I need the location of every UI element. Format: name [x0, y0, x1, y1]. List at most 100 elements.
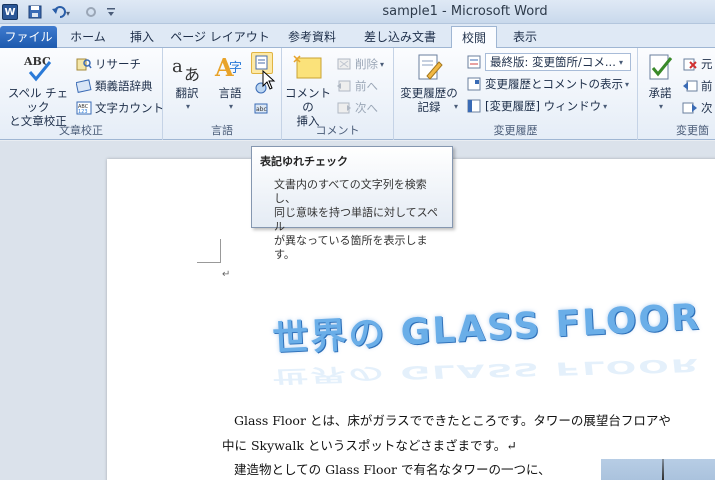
display-for-review-select[interactable]: 最終版: 変更箇所/コメ... — [485, 53, 631, 71]
previous-change-button[interactable]: 前 — [682, 76, 713, 96]
body-text-line-1[interactable]: Glass Floor とは、床がガラスでできたところです。タワーの展望台フロア… — [234, 410, 671, 429]
delete-comment-icon — [336, 56, 352, 72]
group-language: aあ 翻訳 ▾ A字 言語 ▾ abc 言語 — [163, 48, 282, 140]
tooltip-notation-check: 表記ゆれチェック 文書内のすべての文字列を検索し、 同じ意味を持つ単語に対してス… — [251, 146, 453, 261]
ribbon: ABC スペル チェック と文章校正 リサーチ 類義語辞典 ABC 123 文字カ… — [0, 48, 715, 140]
next-comment-label: 次へ — [355, 101, 378, 115]
track-changes-label-2: 記録 — [417, 100, 441, 114]
character-conversion-button[interactable]: abc — [253, 98, 272, 118]
accept-icon — [644, 52, 676, 84]
thesaurus-icon — [76, 78, 92, 94]
language-button[interactable]: A字 言語 ▾ — [211, 52, 249, 114]
translate-button[interactable]: aあ 翻訳 ▾ — [169, 52, 205, 114]
tooltip-body-line-3: が異なっている箇所を表示します。 — [274, 234, 428, 261]
reviewing-pane-icon — [466, 98, 482, 114]
tab-page-layout[interactable]: ページ レイアウト — [170, 26, 270, 48]
tooltip-body: 文書内のすべての文字列を検索し、 同じ意味を持つ単語に対してスペル が異なってい… — [260, 178, 444, 262]
next-change-label: 次 — [701, 101, 713, 115]
group-proofing-label: 文章校正 — [59, 124, 103, 137]
accept-button[interactable]: 承諾 ▾ — [640, 52, 680, 114]
svg-text:あ: あ — [184, 65, 200, 84]
next-change-icon — [682, 100, 698, 116]
reject-button[interactable]: 元 — [682, 54, 713, 74]
language-icon: A字 — [214, 52, 246, 84]
svg-text:123: 123 — [78, 109, 88, 115]
wordart-title[interactable]: 世界の GLASS FLOOR — [271, 288, 702, 362]
delete-comment-button[interactable]: 削除 ▾ — [336, 54, 384, 74]
tooltip-body-line-2: 同じ意味を持つ単語に対してスペル — [274, 206, 438, 233]
research-icon — [76, 56, 92, 72]
research-label: リサーチ — [95, 57, 141, 71]
tab-file[interactable]: ファイル — [0, 26, 57, 48]
spell-check-icon: ABC — [22, 52, 54, 84]
delete-comment-label: 削除 — [355, 57, 378, 71]
next-comment-icon — [336, 100, 352, 116]
translate-dropdown-icon: ▾ — [185, 102, 190, 111]
wordart-reflection: 世界の GLASS FLOOR — [271, 354, 702, 387]
tab-review[interactable]: 校閲 — [451, 26, 497, 49]
group-changes: 承諾 ▾ 元 前 次 変更箇 — [638, 48, 715, 140]
track-changes-icon — [413, 52, 445, 84]
translate-icon: aあ — [171, 52, 203, 84]
body-text-line-2[interactable]: 中に Skywalk というスポットなどさまざまです。↵ — [222, 435, 517, 454]
reject-label: 元 — [701, 57, 713, 71]
tab-insert[interactable]: 挿入 — [120, 26, 164, 48]
new-comment-button[interactable]: コメントの 挿入 — [282, 52, 334, 128]
new-comment-icon — [292, 52, 324, 84]
tab-mailings[interactable]: 差し込み文書 — [354, 26, 446, 48]
thesaurus-button[interactable]: 類義語辞典 — [76, 76, 153, 96]
display-for-review[interactable]: 最終版: 変更箇所/コメ... ▾ — [466, 52, 631, 72]
previous-change-label: 前 — [701, 79, 713, 93]
ribbon-tabs: ファイル ホーム 挿入 ページ レイアウト 参考資料 差し込み文書 校閲 表示 — [0, 24, 715, 49]
tower-shape — [661, 459, 665, 480]
new-comment-label-1: コメントの — [285, 86, 331, 114]
group-comments: コメントの 挿入 削除 ▾ 前へ 次へ コメント — [282, 48, 394, 140]
show-markup-label: 変更履歴とコメントの表示 — [485, 77, 623, 91]
group-changes-label: 変更箇 — [676, 124, 709, 137]
language-label: 言語 — [218, 86, 242, 100]
language-dropdown-icon: ▾ — [228, 102, 233, 111]
previous-comment-button[interactable]: 前へ — [336, 76, 378, 96]
accept-label: 承諾 — [648, 86, 672, 100]
word-count-button[interactable]: ABC 123 文字カウント — [76, 98, 164, 118]
character-conversion-icon: abc — [253, 100, 269, 116]
show-markup-button[interactable]: 変更履歴とコメントの表示 ▾ — [466, 74, 629, 94]
group-comments-label: コメント — [315, 124, 360, 137]
thesaurus-label: 類義語辞典 — [95, 79, 153, 93]
next-change-button[interactable]: 次 — [682, 98, 713, 118]
reviewing-pane-label: [変更履歴] ウィンドウ — [485, 99, 602, 113]
word-count-label: 文字カウント — [95, 101, 164, 115]
group-tracking-label: 変更履歴 — [493, 124, 538, 137]
group-proofing: ABC スペル チェック と文章校正 リサーチ 類義語辞典 ABC 123 文字カ… — [0, 48, 164, 140]
tower-image[interactable] — [601, 459, 715, 480]
spell-check-label-1: スペル チェック — [7, 86, 69, 114]
tooltip-title: 表記ゆれチェック — [260, 155, 348, 168]
tooltip-body-line-1: 文書内のすべての文字列を検索し、 — [274, 178, 427, 205]
previous-comment-label: 前へ — [355, 79, 378, 93]
group-tracking: 変更履歴の 記録 ▾ 最終版: 変更箇所/コメ... ▾ 変更履歴とコメントの表… — [394, 48, 638, 140]
notation-check-icon — [254, 55, 270, 71]
svg-text:abc: abc — [256, 106, 267, 113]
body-text-line-3[interactable]: 建造物としての Glass Floor で有名なタワーの一つに、 — [234, 459, 551, 478]
track-changes-button[interactable]: 変更履歴の 記録 ▾ — [398, 52, 460, 114]
tab-references[interactable]: 参考資料 — [276, 26, 348, 48]
tab-home[interactable]: ホーム — [62, 26, 114, 48]
translate-label: 翻訳 — [175, 86, 199, 100]
reviewing-pane-button[interactable]: [変更履歴] ウィンドウ ▾ — [466, 96, 607, 116]
word-count-icon: ABC 123 — [76, 100, 92, 116]
display-for-review-icon — [466, 54, 482, 70]
research-button[interactable]: リサーチ — [76, 54, 141, 74]
title-bar: W ▾ sample1 - Microsoft Word — [0, 0, 715, 24]
svg-text:字: 字 — [229, 61, 242, 76]
paragraph-mark: ↵ — [222, 269, 231, 280]
previous-comment-icon — [336, 78, 352, 94]
tab-view[interactable]: 表示 — [503, 26, 547, 48]
track-changes-label-1: 変更履歴の — [400, 86, 458, 100]
window-title: sample1 - Microsoft Word — [382, 4, 548, 19]
margin-corner-mark — [197, 239, 221, 263]
spell-check-button[interactable]: ABC スペル チェック と文章校正 — [4, 52, 72, 128]
display-for-review-dropdown-icon: ▾ — [619, 57, 624, 67]
show-markup-icon — [466, 76, 482, 92]
group-language-label: 言語 — [211, 124, 233, 137]
next-comment-button[interactable]: 次へ — [336, 98, 378, 118]
